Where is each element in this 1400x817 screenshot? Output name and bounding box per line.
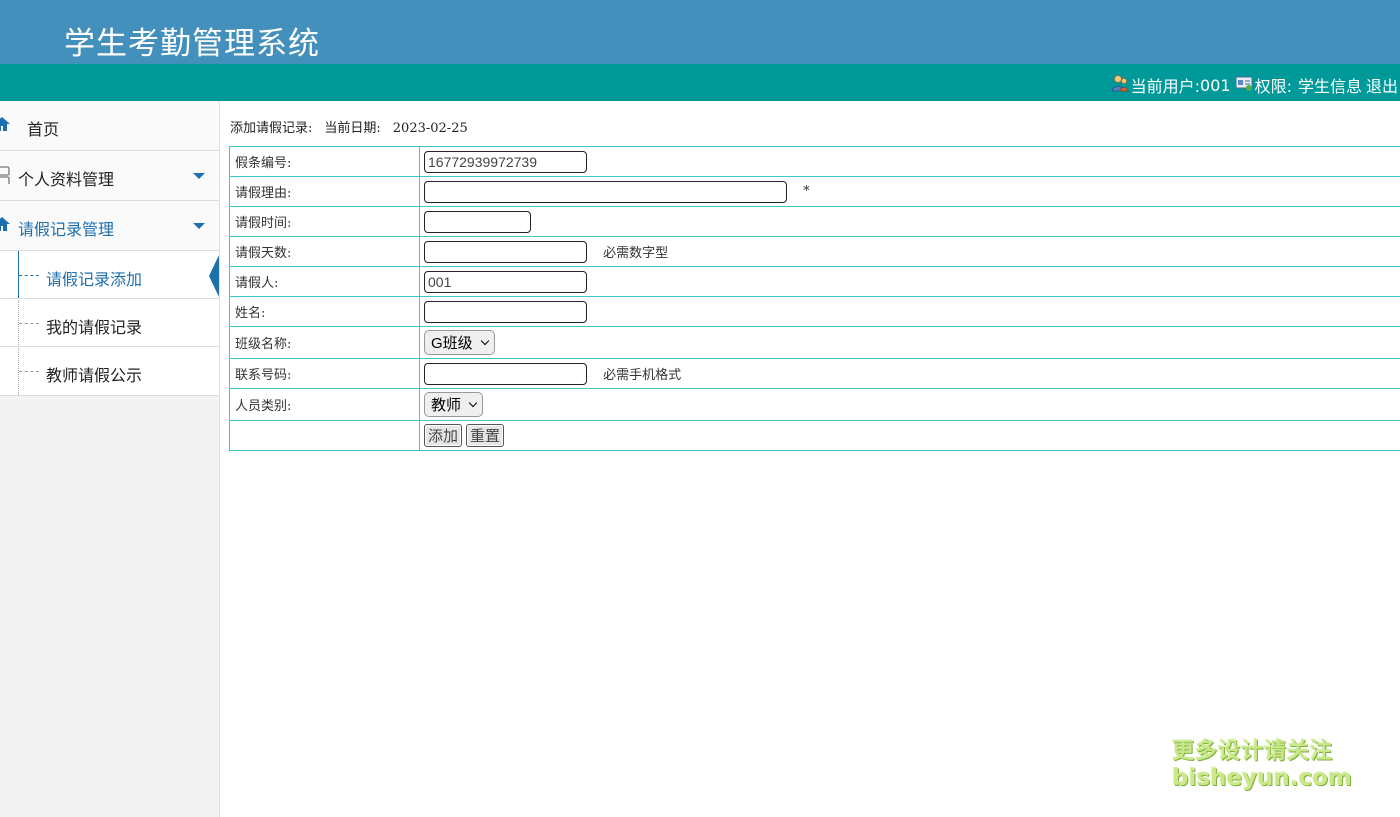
- leave-form-table: 假条编号: 请假理由: * 请假时间: 请假天数: 必需数字型: [229, 146, 1400, 451]
- name-input[interactable]: [424, 300, 587, 323]
- breadcrumb: 添加请假记录: 当前日期: 2023-02-25: [230, 117, 480, 136]
- sidebar-subitem-label: 请假记录添加: [46, 270, 143, 289]
- phone-label: 联系号码:: [229, 358, 420, 389]
- empty-label: [229, 420, 420, 451]
- form-row: 假条编号:: [229, 146, 1400, 177]
- chevron-down-icon: [480, 336, 489, 345]
- applicant-input[interactable]: [424, 270, 587, 293]
- role-label: 权限:: [1254, 77, 1292, 96]
- chevron-down-icon: [193, 223, 205, 229]
- sidebar-subitem-label: 教师请假公示: [46, 366, 143, 385]
- leave-no-input[interactable]: [424, 150, 587, 173]
- form-cell: *: [419, 176, 1400, 207]
- chevron-down-icon: [193, 173, 205, 179]
- applicant-label: 请假人:: [229, 266, 420, 297]
- sidebar-subitem-label: 我的请假记录: [46, 318, 143, 337]
- person-type-value: 教师: [431, 397, 462, 414]
- time-label: 请假时间:: [229, 206, 420, 237]
- active-indicator-icon: [209, 255, 219, 297]
- tree-connector: [19, 323, 39, 324]
- watermark: 更多设计请关注 bisheyun.com: [1172, 741, 1352, 790]
- phone-hint: 必需手机格式: [603, 368, 682, 383]
- tree-connector: [19, 371, 39, 372]
- page-title: 添加请假记录:: [230, 121, 313, 136]
- form-row: 添加 重置: [229, 420, 1400, 451]
- watermark-line1: 更多设计请关注: [1172, 739, 1334, 764]
- class-select-value: G班级: [431, 335, 473, 352]
- class-select[interactable]: G班级: [424, 330, 495, 355]
- days-label: 请假天数:: [229, 236, 420, 267]
- form-cell: [419, 296, 1400, 327]
- sidebar-item-leave-records[interactable]: 请假记录管理: [0, 201, 219, 251]
- main-content: 添加请假记录: 当前日期: 2023-02-25 假条编号: 请假理由: * 请假时…: [221, 101, 1400, 817]
- sidebar-item-label: 首页: [27, 120, 60, 139]
- form-row: 班级名称: G班级: [229, 326, 1400, 359]
- add-button[interactable]: 添加: [424, 424, 463, 447]
- tree-connector: [19, 275, 39, 276]
- form-row: 请假理由: *: [229, 176, 1400, 207]
- user-info: 当前用户: 001 权限: 学生信息 退出: [1111, 73, 1398, 97]
- role-card-icon: [1235, 76, 1253, 91]
- current-user-value: 001: [1200, 75, 1231, 95]
- home-icon: [0, 217, 10, 231]
- sidebar-subitem-add-leave[interactable]: 请假记录添加: [0, 251, 219, 299]
- form-cell: 添加 重置: [419, 420, 1400, 451]
- user-icon: [1111, 75, 1128, 92]
- form-row: 请假人:: [229, 266, 1400, 297]
- sidebar: 首页 个人资料管理 请假记录管理 请假记录添加 我的请假记录 教师请假公示: [0, 101, 220, 817]
- sidebar-subitem-teacher-leave[interactable]: 教师请假公示: [0, 347, 219, 395]
- current-date: 2023-02-25: [392, 121, 468, 136]
- person-type-select[interactable]: 教师: [424, 392, 484, 417]
- form-row: 请假天数: 必需数字型: [229, 236, 1400, 267]
- leave-days-input[interactable]: [424, 240, 587, 263]
- watermark-line2: bisheyun.com: [1172, 765, 1352, 791]
- date-label: 当前日期:: [324, 121, 381, 136]
- type-label: 人员类别:: [229, 388, 420, 421]
- profile-icon: [0, 166, 10, 184]
- chevron-down-icon: [468, 398, 478, 407]
- top-banner: 学生考勤管理系统: [0, 0, 1400, 64]
- sidebar-submenu: 请假记录添加 我的请假记录 教师请假公示: [0, 251, 219, 395]
- phone-input[interactable]: [424, 362, 587, 385]
- reason-input[interactable]: [424, 180, 787, 203]
- form-cell: 必需数字型: [419, 236, 1400, 267]
- form-row: 人员类别: 教师: [229, 388, 1400, 421]
- form-cell: [419, 206, 1400, 237]
- form-cell: 必需手机格式: [419, 358, 1400, 389]
- reset-button[interactable]: 重置: [466, 424, 505, 447]
- form-cell: [419, 146, 1400, 177]
- leave-time-input[interactable]: [424, 210, 531, 233]
- days-hint: 必需数字型: [603, 246, 669, 261]
- class-label: 班级名称:: [229, 326, 420, 359]
- app-title: 学生考勤管理系统: [64, 26, 320, 62]
- sidebar-subitem-my-leave[interactable]: 我的请假记录: [0, 299, 219, 347]
- home-icon: [0, 117, 10, 131]
- name-label: 姓名:: [229, 296, 420, 327]
- form-cell: 教师: [419, 388, 1400, 421]
- form-row: 联系号码: 必需手机格式: [229, 358, 1400, 389]
- reason-label: 请假理由:: [229, 176, 420, 207]
- sidebar-menu: 首页 个人资料管理 请假记录管理 请假记录添加 我的请假记录 教师请假公示: [0, 101, 219, 396]
- sidebar-item-home[interactable]: 首页: [0, 101, 219, 151]
- current-user-label: 当前用户:: [1130, 77, 1201, 96]
- role-value: 学生信息: [1297, 77, 1362, 96]
- sidebar-item-label: 个人资料管理: [18, 170, 115, 189]
- form-row: 请假时间:: [229, 206, 1400, 237]
- sidebar-item-label: 请假记录管理: [18, 220, 115, 239]
- form-cell: [419, 266, 1400, 297]
- form-row: 姓名:: [229, 296, 1400, 327]
- logout-link[interactable]: 退出: [1366, 73, 1398, 97]
- form-cell: G班级: [419, 326, 1400, 359]
- required-mark: *: [803, 184, 810, 199]
- sidebar-item-profile[interactable]: 个人资料管理: [0, 151, 219, 201]
- leave-no-label: 假条编号:: [229, 146, 420, 177]
- user-bar: 当前用户: 001 权限: 学生信息 退出: [0, 64, 1400, 101]
